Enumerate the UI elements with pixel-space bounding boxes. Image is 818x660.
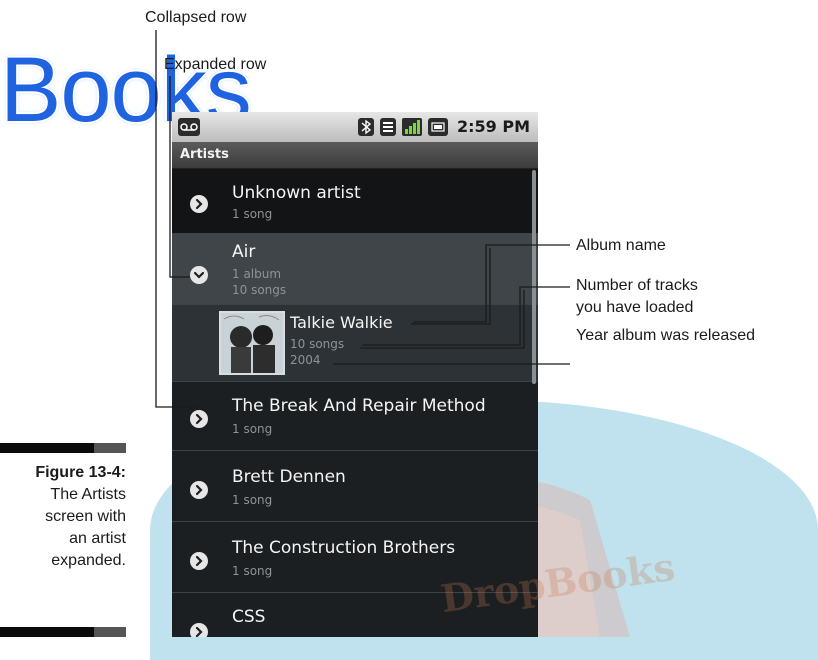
artist-song-count: 10 songs (232, 283, 287, 297)
scrollbar[interactable] (532, 170, 536, 384)
artist-row-air[interactable]: Air 1 album 10 songs (172, 234, 538, 305)
figure-caption: Figure 13-4: The Artists screen with an … (0, 462, 126, 572)
artist-row-brett-dennen[interactable]: Brett Dennen 1 song (172, 451, 538, 522)
expand-arrow-icon[interactable] (190, 195, 208, 213)
figure-bar-bottom-accent (94, 627, 126, 637)
figure-number: Figure 13-4: (35, 464, 126, 481)
artist-row-unknown[interactable]: Unknown artist 1 song (172, 169, 538, 234)
artist-name: The Construction Brothers (232, 538, 456, 558)
figure-caption-line4: expanded. (51, 552, 126, 569)
album-name: Talkie Walkie (290, 313, 393, 332)
voicemail-icon (178, 118, 200, 136)
phone-screen: 2:59 PM Artists Unknown artist 1 song Ai… (172, 112, 538, 637)
artist-name: CSS (232, 607, 266, 627)
artist-song-count: 1 song (232, 493, 273, 507)
callout-tracks-line2: you have loaded (576, 299, 694, 316)
artist-song-count: 1 song (232, 207, 273, 221)
wifi-icon (380, 118, 396, 136)
collapse-arrow-icon[interactable] (190, 266, 208, 284)
album-art (219, 311, 285, 375)
artist-name: The Break And Repair Method (232, 396, 486, 416)
screen-title-bar: Artists (172, 142, 538, 169)
expand-arrow-icon[interactable] (190, 481, 208, 499)
expand-arrow-icon[interactable] (190, 410, 208, 428)
battery-icon (428, 118, 448, 136)
album-year: 2004 (290, 353, 321, 367)
callout-tracks-line1: Number of tracks (576, 277, 698, 294)
figure-bar-top-accent (94, 443, 126, 453)
status-bar: 2:59 PM (172, 112, 538, 142)
signal-icon (402, 118, 422, 136)
callout-expanded-row: Expanded row (164, 56, 267, 73)
artist-album-count: 1 album (232, 267, 282, 281)
expand-arrow-icon[interactable] (190, 552, 208, 570)
expand-arrow-icon[interactable] (190, 623, 208, 637)
artist-name: Brett Dennen (232, 467, 346, 487)
artist-song-count: 1 song (232, 564, 273, 578)
album-row[interactable]: Talkie Walkie 10 songs 2004 (172, 305, 538, 382)
figure-caption-line2: screen with (45, 508, 126, 525)
bluetooth-icon (358, 118, 374, 136)
figure-caption-line3: an artist (69, 530, 126, 547)
artist-row-break-and-repair[interactable]: The Break And Repair Method 1 song (172, 382, 538, 451)
figure-caption-line1: The Artists (50, 486, 126, 503)
callout-year: Year album was released (576, 327, 756, 344)
callout-collapsed-row: Collapsed row (145, 9, 247, 26)
screen-title: Artists (180, 147, 229, 162)
callout-album-name: Album name (576, 237, 666, 254)
artist-name: Unknown artist (232, 183, 361, 203)
album-song-count: 10 songs (290, 337, 345, 351)
artist-song-count: 1 song (232, 422, 273, 436)
status-time: 2:59 PM (456, 117, 530, 136)
artist-name: Air (232, 242, 256, 262)
